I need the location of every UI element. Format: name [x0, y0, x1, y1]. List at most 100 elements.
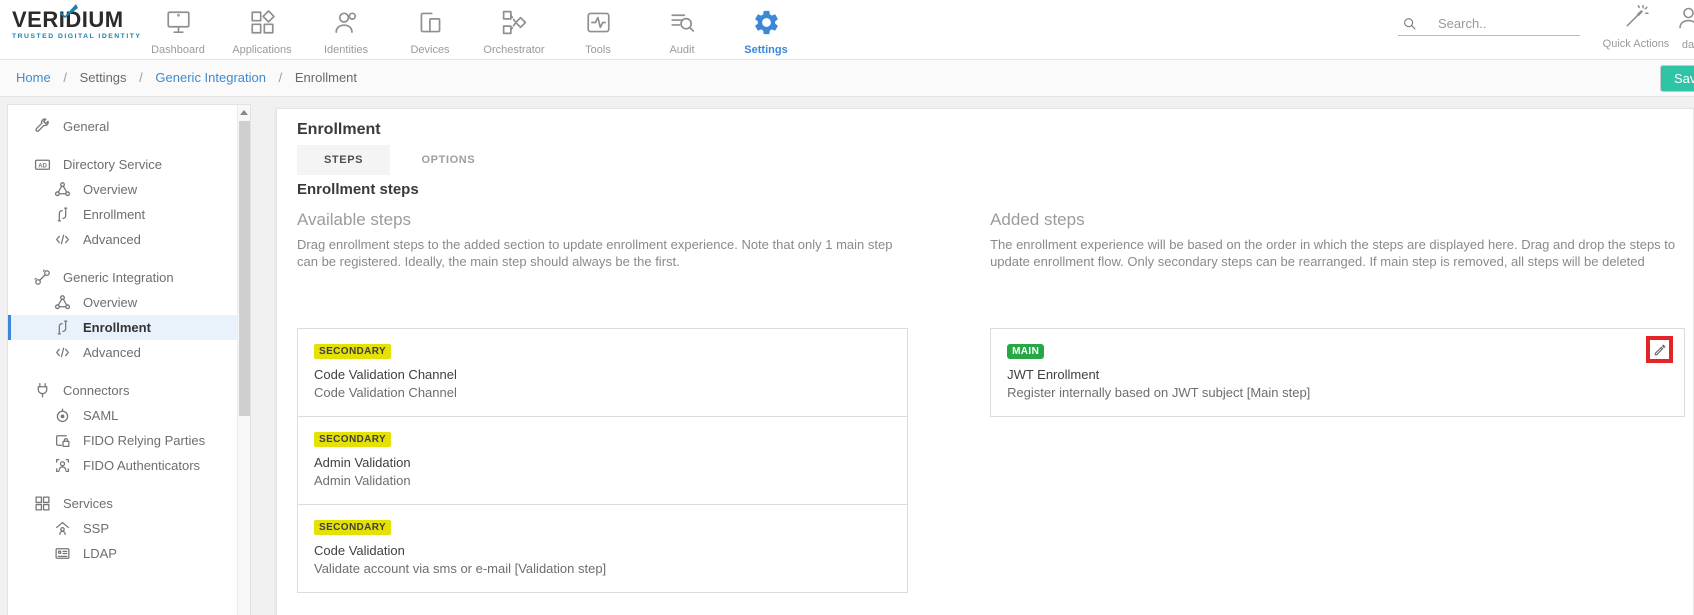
devices-icon [416, 8, 445, 37]
sidebar-item-ds-enrollment[interactable]: Enrollment [8, 202, 250, 227]
sidebar-item-general[interactable]: General [8, 114, 250, 139]
grid-icon [34, 495, 51, 512]
steps-columns: Available steps Drag enrollment steps to… [297, 210, 1685, 593]
logo-tagline: TRUSTED DIGITAL IDENTITY [12, 33, 142, 40]
nav-item-dashboard[interactable]: Dashboard [136, 3, 220, 56]
tab-options[interactable]: OPTIONS [395, 145, 503, 175]
quick-actions-label: Quick Actions [1598, 38, 1674, 50]
step-description: Code Validation Channel [314, 385, 891, 400]
dashboard-icon [164, 8, 193, 37]
sidebar-item-ssp[interactable]: SSP [8, 516, 250, 541]
fido-auth-icon [54, 457, 71, 474]
step-title: JWT Enrollment [1007, 367, 1668, 382]
nav-item-devices[interactable]: Devices [388, 3, 472, 56]
sidebar-item-gi-overview[interactable]: Overview [8, 290, 250, 315]
nav-label: Devices [388, 44, 472, 56]
secondary-badge: SECONDARY [314, 344, 391, 359]
nav-label: Settings [724, 44, 808, 56]
nav-label: Applications [220, 44, 304, 56]
sidebar-item-saml[interactable]: SAML [8, 403, 250, 428]
available-steps-description: Drag enrollment steps to the added secti… [297, 236, 908, 270]
breadcrumb-enrollment: Enrollment [295, 70, 357, 85]
step-title: Code Validation [314, 543, 891, 558]
sidebar-item-services[interactable]: Services [8, 491, 250, 516]
nav-label: Audit [640, 44, 724, 56]
sidebar-list: General AD Directory Service Overview [8, 105, 250, 566]
magic-wand-icon [1623, 4, 1649, 30]
secondary-badge: SECONDARY [314, 520, 391, 535]
scrollbar-up-arrow[interactable] [238, 105, 250, 119]
breadcrumb-separator: / [139, 70, 143, 85]
added-step-card-jwt-enrollment[interactable]: MAIN JWT Enrollment Register internally … [990, 328, 1685, 417]
section-title: Enrollment steps [297, 181, 1685, 198]
settings-sidebar: General AD Directory Service Overview [7, 104, 251, 615]
nodes-icon [54, 181, 71, 198]
sidebar-scrollbar[interactable] [237, 105, 250, 615]
logo-checkmark-icon [60, 4, 80, 18]
page-title: Enrollment [297, 121, 1685, 139]
ad-icon: AD [34, 156, 51, 173]
applications-icon [248, 8, 277, 37]
edit-step-button[interactable] [1646, 336, 1673, 363]
available-steps-title: Available steps [297, 210, 908, 230]
breadcrumb-separator: / [63, 70, 67, 85]
save-button[interactable]: Save [1660, 65, 1694, 92]
sidebar-item-ds-overview[interactable]: Overview [8, 177, 250, 202]
tab-steps[interactable]: STEPS [297, 145, 390, 175]
nav-label: Orchestrator [472, 44, 556, 56]
sidebar-item-ldap[interactable]: LDAP [8, 541, 250, 566]
nav-item-applications[interactable]: Applications [220, 3, 304, 56]
code-icon [54, 231, 71, 248]
integration-icon [34, 269, 51, 286]
sidebar-item-connectors[interactable]: Connectors [8, 378, 250, 403]
audit-icon [668, 8, 697, 37]
breadcrumb: Home / Settings / Generic Integration / … [16, 70, 357, 85]
breadcrumb-home[interactable]: Home [16, 70, 51, 85]
nav-item-orchestrator[interactable]: Orchestrator [472, 3, 556, 56]
user-label: da [1668, 39, 1694, 51]
step-description: Register internally based on JWT subject… [1007, 385, 1668, 400]
secondary-badge: SECONDARY [314, 432, 391, 447]
search-input[interactable] [1438, 16, 1568, 31]
nav-item-audit[interactable]: Audit [640, 3, 724, 56]
tab-bar: STEPS OPTIONS [297, 145, 1685, 175]
orchestrator-icon [500, 8, 529, 37]
sidebar-item-fido-authenticators[interactable]: FIDO Authenticators [8, 453, 250, 478]
veridium-logo[interactable]: VERIDIUM TRUSTED DIGITAL IDENTITY [12, 9, 142, 40]
step-title: Admin Validation [314, 455, 891, 470]
available-step-card-code-validation[interactable]: SECONDARY Code Validation Validate accou… [297, 504, 908, 593]
breadcrumb-settings: Settings [80, 70, 127, 85]
user-icon [1675, 4, 1694, 31]
sidebar-item-gi-advanced[interactable]: Advanced [8, 340, 250, 365]
nav-label: Dashboard [136, 44, 220, 56]
enrollment-icon [54, 206, 71, 223]
sidebar-item-ds-advanced[interactable]: Advanced [8, 227, 250, 252]
sidebar-item-directory-service[interactable]: AD Directory Service [8, 152, 250, 177]
pencil-icon [1653, 343, 1667, 357]
nav-item-tools[interactable]: Tools [556, 3, 640, 56]
sidebar-scrollbar-thumb[interactable] [239, 121, 250, 416]
available-step-card-admin-validation[interactable]: SECONDARY Admin Validation Admin Validat… [297, 416, 908, 505]
quick-actions-button[interactable]: Quick Actions [1598, 4, 1674, 50]
nav-item-settings[interactable]: Settings [724, 3, 808, 56]
added-steps-description: The enrollment experience will be based … [990, 236, 1685, 270]
code-icon [54, 344, 71, 361]
tools-icon [584, 8, 613, 37]
added-steps-title: Added steps [990, 210, 1685, 230]
available-steps-column: Available steps Drag enrollment steps to… [297, 210, 908, 593]
sidebar-item-fido-relying-parties[interactable]: FIDO Relying Parties [8, 428, 250, 453]
svg-text:AD: AD [38, 163, 47, 169]
sidebar-item-generic-integration[interactable]: Generic Integration [8, 265, 250, 290]
saml-icon [54, 407, 71, 424]
column-gap [908, 210, 990, 593]
user-menu[interactable]: da [1668, 4, 1694, 51]
breadcrumb-generic-integration[interactable]: Generic Integration [155, 70, 266, 85]
ssp-icon [54, 520, 71, 537]
step-title: Code Validation Channel [314, 367, 891, 382]
available-step-card-code-validation-channel[interactable]: SECONDARY Code Validation Channel Code V… [297, 328, 908, 417]
nav-item-identities[interactable]: Identities [304, 3, 388, 56]
top-header: VERIDIUM TRUSTED DIGITAL IDENTITY Dashbo… [0, 0, 1694, 60]
sidebar-item-gi-enrollment[interactable]: Enrollment [8, 315, 250, 340]
page: VERIDIUM TRUSTED DIGITAL IDENTITY Dashbo… [0, 0, 1694, 615]
added-steps-list: MAIN JWT Enrollment Register internally … [990, 328, 1685, 417]
